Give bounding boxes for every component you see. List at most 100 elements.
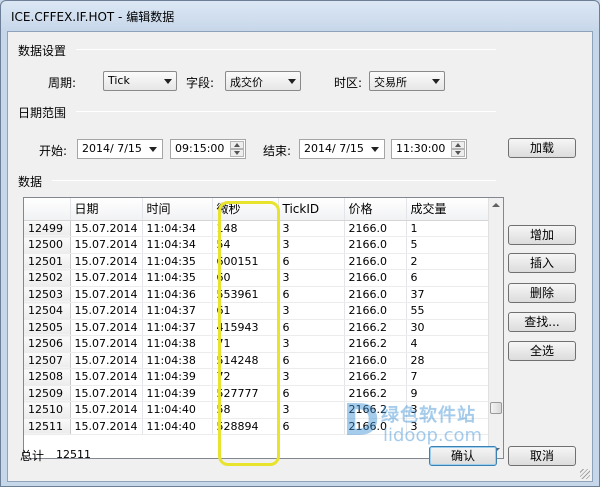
start-time-spinner[interactable] bbox=[230, 141, 244, 157]
cell-tickid[interactable]: 6 bbox=[278, 352, 345, 369]
start-time-field[interactable]: 09:15:00 bbox=[170, 139, 246, 159]
cell-date[interactable]: 15.07.2014 bbox=[70, 302, 143, 320]
cell-tickid[interactable]: 3 bbox=[278, 302, 345, 320]
period-select[interactable]: Tick bbox=[103, 71, 177, 91]
cell-time[interactable]: 11:04:34 bbox=[142, 236, 213, 254]
table-row[interactable]: 12503 15.07.2014 11:04:36 553961 6 2166.0 37 bbox=[24, 286, 491, 303]
cell-row-number[interactable]: 12501 bbox=[24, 253, 71, 270]
table-row[interactable]: 12510 15.07.2014 11:04:40 58 3 2166.2 3 bbox=[24, 401, 491, 419]
table-row[interactable]: 12511 15.07.2014 11:04:40 528894 6 2166.0 3 bbox=[24, 418, 491, 435]
cell-time[interactable]: 11:04:37 bbox=[142, 302, 213, 320]
cell-microsecond[interactable]: 514248 bbox=[212, 352, 279, 369]
cell-time[interactable]: 11:04:38 bbox=[142, 352, 213, 369]
cell-price[interactable]: 2166.0 bbox=[344, 302, 407, 320]
scrollbar-thumb[interactable] bbox=[490, 402, 502, 414]
cell-volume[interactable]: 3 bbox=[406, 418, 491, 435]
spin-down-icon[interactable] bbox=[451, 149, 465, 157]
cell-volume[interactable]: 1 bbox=[406, 220, 491, 237]
cell-time[interactable]: 11:04:38 bbox=[142, 335, 213, 353]
cell-price[interactable]: 2166.0 bbox=[344, 236, 407, 254]
cell-price[interactable]: 2166.0 bbox=[344, 286, 407, 303]
cell-price[interactable]: 2166.0 bbox=[344, 418, 407, 435]
cell-time[interactable]: 11:04:37 bbox=[142, 319, 213, 336]
table-row[interactable]: 12501 15.07.2014 11:04:35 600151 6 2166.0 2 bbox=[24, 253, 491, 270]
cell-microsecond[interactable]: 553961 bbox=[212, 286, 279, 303]
resize-grip-icon[interactable] bbox=[580, 469, 590, 479]
select-all-button[interactable]: 全选 bbox=[508, 341, 576, 361]
delete-button[interactable]: 删除 bbox=[508, 283, 576, 303]
cell-tickid[interactable]: 3 bbox=[278, 220, 345, 237]
scroll-up-icon[interactable] bbox=[489, 198, 503, 213]
cell-time[interactable]: 11:04:36 bbox=[142, 286, 213, 303]
end-date-picker[interactable]: 2014/ 7/15 bbox=[299, 139, 385, 159]
cell-price[interactable]: 2166.2 bbox=[344, 401, 407, 419]
cell-date[interactable]: 15.07.2014 bbox=[70, 319, 143, 336]
cell-date[interactable]: 15.07.2014 bbox=[70, 236, 143, 254]
column-header-time[interactable]: 时间 bbox=[142, 198, 213, 221]
insert-button[interactable]: 插入 bbox=[508, 253, 576, 273]
cell-microsecond[interactable]: 58 bbox=[212, 401, 279, 419]
column-header-date[interactable]: 日期 bbox=[70, 198, 143, 221]
cell-tickid[interactable]: 6 bbox=[278, 253, 345, 270]
cell-row-number[interactable]: 12503 bbox=[24, 286, 71, 303]
table-row[interactable]: 12500 15.07.2014 11:04:34 54 3 2166.0 5 bbox=[24, 236, 491, 254]
cell-volume[interactable]: 6 bbox=[406, 269, 491, 287]
table-row[interactable]: 12506 15.07.2014 11:04:38 71 3 2166.2 4 bbox=[24, 335, 491, 353]
cell-price[interactable]: 2166.0 bbox=[344, 352, 407, 369]
cell-row-number[interactable]: 12504 bbox=[24, 302, 71, 320]
cell-volume[interactable]: 28 bbox=[406, 352, 491, 369]
cell-tickid[interactable]: 6 bbox=[278, 418, 345, 435]
cell-volume[interactable]: 5 bbox=[406, 236, 491, 254]
cell-row-number[interactable]: 12502 bbox=[24, 269, 71, 287]
cell-microsecond[interactable]: 72 bbox=[212, 368, 279, 386]
end-time-spinner[interactable] bbox=[451, 141, 465, 157]
table-row[interactable]: 12499 15.07.2014 11:04:34 148 3 2166.0 1 bbox=[24, 220, 491, 237]
cell-date[interactable]: 15.07.2014 bbox=[70, 418, 143, 435]
cell-volume[interactable]: 9 bbox=[406, 385, 491, 402]
cell-date[interactable]: 15.07.2014 bbox=[70, 352, 143, 369]
start-date-picker[interactable]: 2014/ 7/15 bbox=[77, 139, 163, 159]
cell-volume[interactable]: 55 bbox=[406, 302, 491, 320]
data-grid[interactable]: 日期 时间 微秒 TickID 价格 成交量 12499 15.07.2014 11… bbox=[23, 197, 504, 459]
cell-row-number[interactable]: 12500 bbox=[24, 236, 71, 254]
cell-date[interactable]: 15.07.2014 bbox=[70, 220, 143, 237]
cell-row-number[interactable]: 12499 bbox=[24, 220, 71, 237]
table-row[interactable]: 12507 15.07.2014 11:04:38 514248 6 2166.0 28 bbox=[24, 352, 491, 369]
cell-tickid[interactable]: 3 bbox=[278, 401, 345, 419]
cell-tickid[interactable]: 3 bbox=[278, 269, 345, 287]
cell-microsecond[interactable]: 60 bbox=[212, 269, 279, 287]
ok-button[interactable]: 确认 bbox=[429, 446, 497, 466]
cancel-button[interactable]: 取消 bbox=[508, 446, 576, 466]
cell-date[interactable]: 15.07.2014 bbox=[70, 335, 143, 353]
column-header[interactable] bbox=[24, 198, 71, 221]
cell-volume[interactable]: 30 bbox=[406, 319, 491, 336]
cell-price[interactable]: 2166.2 bbox=[344, 319, 407, 336]
end-time-field[interactable]: 11:30:00 bbox=[391, 139, 467, 159]
add-button[interactable]: 增加 bbox=[508, 225, 576, 245]
cell-microsecond[interactable]: 148 bbox=[212, 220, 279, 237]
cell-volume[interactable]: 4 bbox=[406, 335, 491, 353]
cell-price[interactable]: 2166.2 bbox=[344, 385, 407, 402]
cell-time[interactable]: 11:04:39 bbox=[142, 368, 213, 386]
cell-price[interactable]: 2166.0 bbox=[344, 220, 407, 237]
cell-price[interactable]: 2166.0 bbox=[344, 253, 407, 270]
field-select[interactable]: 成交价 bbox=[225, 71, 301, 91]
column-header-microsecond[interactable]: 微秒 bbox=[212, 198, 279, 221]
cell-price[interactable]: 2166.0 bbox=[344, 269, 407, 287]
cell-tickid[interactable]: 3 bbox=[278, 236, 345, 254]
cell-microsecond[interactable]: 528894 bbox=[212, 418, 279, 435]
cell-date[interactable]: 15.07.2014 bbox=[70, 286, 143, 303]
cell-date[interactable]: 15.07.2014 bbox=[70, 253, 143, 270]
cell-time[interactable]: 11:04:35 bbox=[142, 253, 213, 270]
cell-date[interactable]: 15.07.2014 bbox=[70, 385, 143, 402]
vertical-scrollbar[interactable] bbox=[488, 198, 503, 458]
table-row[interactable]: 12505 15.07.2014 11:04:37 415943 6 2166.2 30 bbox=[24, 319, 491, 336]
column-header-volume[interactable]: 成交量 bbox=[406, 198, 491, 221]
find-button[interactable]: 查找... bbox=[508, 312, 576, 332]
cell-microsecond[interactable]: 61 bbox=[212, 302, 279, 320]
spin-up-icon[interactable] bbox=[230, 141, 244, 149]
cell-tickid[interactable]: 6 bbox=[278, 319, 345, 336]
table-row[interactable]: 12504 15.07.2014 11:04:37 61 3 2166.0 55 bbox=[24, 302, 491, 320]
cell-volume[interactable]: 37 bbox=[406, 286, 491, 303]
cell-date[interactable]: 15.07.2014 bbox=[70, 401, 143, 419]
